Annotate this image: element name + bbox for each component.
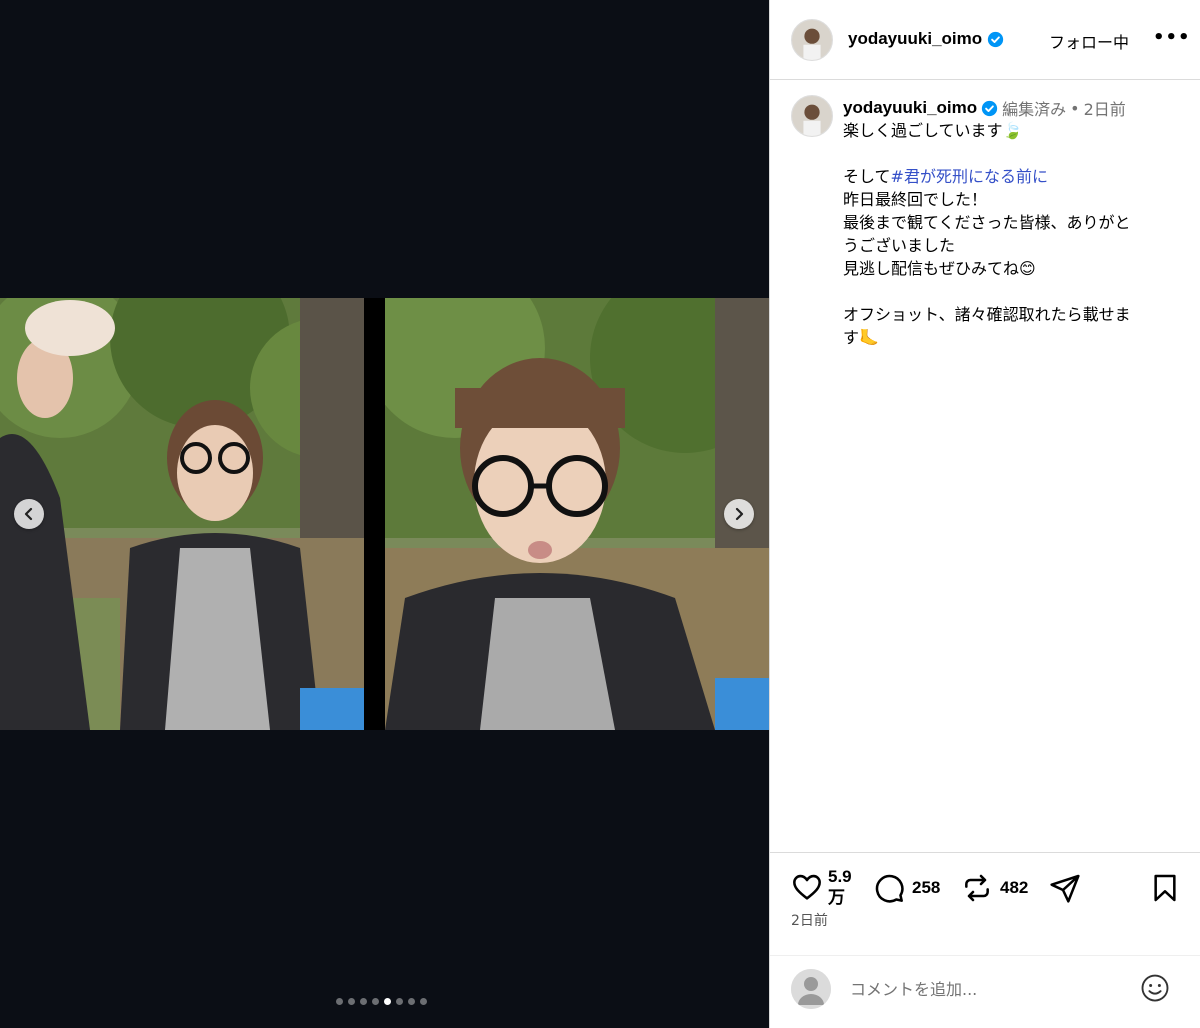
photo-divider xyxy=(364,298,385,730)
caption-line: そして#君が死刑になる前に xyxy=(843,165,1188,188)
chevron-right-icon xyxy=(735,507,744,521)
comment-bubble-icon xyxy=(875,874,904,903)
save-button[interactable] xyxy=(1149,872,1181,904)
like-button[interactable]: 5.9 万 xyxy=(791,866,852,908)
chevron-left-icon xyxy=(24,507,33,521)
caption-line: 見逃し配信もぜひみてね😊 xyxy=(843,259,1036,278)
action-bar: 5.9 万 258 482 xyxy=(791,866,1191,910)
caption-line xyxy=(843,280,1188,303)
carousel-indicator xyxy=(336,998,427,1005)
share-button[interactable] xyxy=(1049,872,1081,904)
caption-text: 楽しく過ごしています🍃 そして#君が死刑になる前に 昨日最終回でした！ 最後まで… xyxy=(843,119,1188,349)
send-icon xyxy=(1050,874,1080,903)
following-button[interactable]: フォロー中 xyxy=(1049,29,1129,53)
caption-line: 最後まで観てくださった皆様、ありがと xyxy=(843,213,1131,232)
carousel-dot xyxy=(408,998,415,1005)
username-text[interactable]: yodayuuki_oimo xyxy=(848,29,982,49)
avatar xyxy=(791,969,831,1009)
actions-divider xyxy=(770,852,1200,853)
caption-avatar[interactable] xyxy=(791,95,833,137)
comment-input[interactable] xyxy=(850,976,1130,1002)
header-username[interactable]: yodayuuki_oimo xyxy=(848,29,1004,49)
post-time[interactable]: 2日前 xyxy=(1084,96,1126,120)
carousel-dot xyxy=(384,998,391,1005)
carousel-dot xyxy=(336,998,343,1005)
emoji-button[interactable] xyxy=(1140,973,1170,1007)
comment-count[interactable]: 258 xyxy=(912,878,940,898)
comment-button[interactable]: 258 xyxy=(873,872,940,904)
caption-line-text: そして xyxy=(843,167,891,186)
post-date[interactable]: 2日前 xyxy=(791,910,828,930)
bookmark-icon xyxy=(1154,874,1176,902)
verified-badge-icon xyxy=(987,31,1004,47)
repost-icon xyxy=(965,874,989,902)
more-options-button[interactable]: ••• xyxy=(1153,27,1191,48)
caption-meta: yodayuuki_oimo 編集済み • 2日前 xyxy=(843,96,1126,120)
photo-right xyxy=(385,298,769,730)
repost-count[interactable]: 482 xyxy=(1000,878,1028,898)
caption-username[interactable]: yodayuuki_oimo xyxy=(843,98,977,118)
meta-separator: • xyxy=(1070,98,1080,118)
carousel-dot xyxy=(372,998,379,1005)
edited-label: 編集済み xyxy=(1002,100,1067,119)
hashtag-link[interactable]: #君が死刑になる前に xyxy=(891,167,1048,186)
like-count[interactable]: 5.9 xyxy=(828,866,852,887)
caption-line: うございました xyxy=(843,236,956,255)
post-media xyxy=(0,0,769,1028)
verified-badge-icon xyxy=(981,100,998,116)
caption-line: す🦶 xyxy=(843,328,879,347)
carousel-dot xyxy=(348,998,355,1005)
post-side-panel: yodayuuki_oimo フォロー中 ••• yodayuuki_oimo … xyxy=(769,0,1200,1028)
comment-composer xyxy=(770,955,1200,1028)
post-header: yodayuuki_oimo フォロー中 ••• xyxy=(770,0,1200,80)
caption-line: 昨日最終回でした！ xyxy=(843,190,988,209)
emoji-icon xyxy=(1141,974,1169,1002)
caption-line: 楽しく過ごしています🍃 xyxy=(843,121,1023,140)
repost-button[interactable]: 482 xyxy=(961,872,1028,904)
carousel-dot xyxy=(396,998,403,1005)
carousel-dot xyxy=(360,998,367,1005)
photo-left xyxy=(0,298,364,730)
carousel-prev-button[interactable] xyxy=(14,499,44,529)
heart-icon xyxy=(793,874,821,900)
carousel-next-button[interactable] xyxy=(724,499,754,529)
like-count-unit[interactable]: 万 xyxy=(828,887,850,908)
caption-line xyxy=(843,142,1188,165)
caption-line: オフショット、諸々確認取れたら載せま xyxy=(843,305,1131,324)
avatar[interactable] xyxy=(791,19,833,61)
carousel-dot xyxy=(420,998,427,1005)
